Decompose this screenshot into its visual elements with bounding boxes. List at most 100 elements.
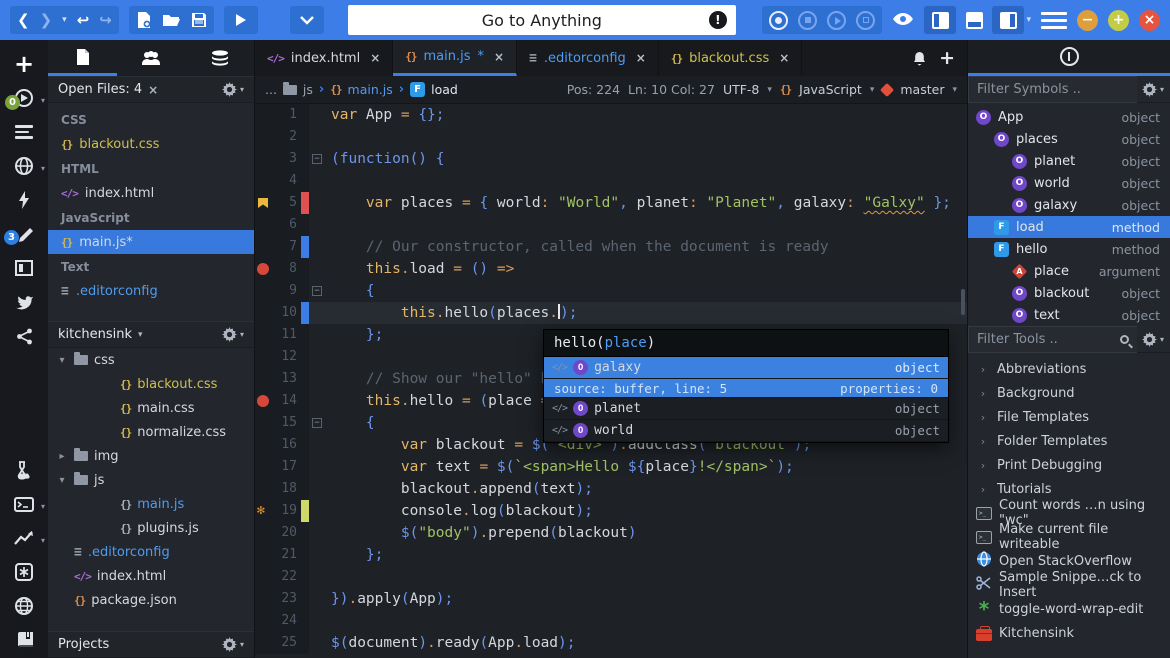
- open-files-gear-icon[interactable]: ▾: [222, 82, 244, 97]
- twitter-bird-icon[interactable]: [4, 286, 44, 318]
- test-flask-icon[interactable]: [4, 454, 44, 486]
- gutter-marker-column[interactable]: [255, 192, 271, 214]
- expand-chevron-icon[interactable]: ›: [976, 363, 990, 376]
- code-line[interactable]: 4: [255, 170, 967, 192]
- project-tree-item[interactable]: {}package.json: [48, 588, 254, 612]
- gutter-marker-column[interactable]: [255, 324, 271, 346]
- project-tree-item[interactable]: {}main.css: [48, 396, 254, 420]
- status-encoding[interactable]: UTF-8: [723, 82, 759, 97]
- undo-button[interactable]: ↩: [77, 11, 90, 29]
- debugger-icon[interactable]: 0 ▾: [4, 82, 44, 114]
- code-line[interactable]: ✻19 console.log(blackout);: [255, 500, 967, 522]
- symbol-item[interactable]: Ogalaxyobject: [968, 194, 1170, 216]
- new-file-button[interactable]: [136, 11, 152, 29]
- save-button[interactable]: [191, 12, 207, 28]
- tool-item[interactable]: >_Make current file writeable: [968, 525, 1170, 549]
- symbol-item[interactable]: Oblackoutobject: [968, 282, 1170, 304]
- code-line[interactable]: 1var App = {};: [255, 104, 967, 126]
- gutter-marker-column[interactable]: [255, 478, 271, 500]
- gutter-marker-column[interactable]: [255, 632, 271, 654]
- annotations-icon[interactable]: 3: [4, 218, 44, 250]
- gutter-marker-column[interactable]: [255, 170, 271, 192]
- open-files-list-icon[interactable]: [4, 116, 44, 148]
- code-line[interactable]: 22: [255, 566, 967, 588]
- symbols-gear-icon[interactable]: ▾: [1142, 82, 1164, 97]
- preview-eye-icon[interactable]: [892, 11, 914, 30]
- editor-scrollbar[interactable]: [961, 289, 965, 315]
- tab-close-icon[interactable]: ×: [636, 51, 646, 65]
- expand-chevron-icon[interactable]: ›: [976, 411, 990, 424]
- panel-view-icon[interactable]: [4, 252, 44, 284]
- status-language[interactable]: JavaScript: [799, 82, 862, 97]
- project-title[interactable]: kitchensink: [58, 327, 132, 342]
- code-line[interactable]: 24: [255, 610, 967, 632]
- project-tree-item[interactable]: ≡.editorconfig: [48, 540, 254, 564]
- gutter-marker-column[interactable]: [255, 566, 271, 588]
- gutter-marker-column[interactable]: [255, 302, 271, 324]
- symbol-item[interactable]: OAppobject: [968, 106, 1170, 128]
- code-line[interactable]: 3−(function() {: [255, 148, 967, 170]
- code-line[interactable]: 20 $("body").prepend(blackout): [255, 522, 967, 544]
- expand-chevron-icon[interactable]: ›: [976, 387, 990, 400]
- open-file-item[interactable]: {}blackout.css: [48, 132, 254, 156]
- tab-collaboration[interactable]: [117, 40, 186, 76]
- tool-item[interactable]: ›Folder Templates: [968, 429, 1170, 453]
- code-editor[interactable]: 1var App = {};23−(function() {45 var pla…: [255, 104, 967, 658]
- project-tree-item[interactable]: ▾css: [48, 348, 254, 372]
- tool-item[interactable]: Sample Snippe…ck to Insert: [968, 573, 1170, 597]
- project-dropdown-icon[interactable]: ▾: [138, 330, 143, 340]
- tool-item[interactable]: ›Background: [968, 381, 1170, 405]
- tab-close-icon[interactable]: ×: [779, 51, 789, 65]
- editor-tab-blackout-css[interactable]: {}blackout.css×: [659, 40, 802, 76]
- history-dropdown-icon[interactable]: ▾: [62, 15, 67, 25]
- gutter-marker-column[interactable]: [255, 280, 271, 302]
- symbol-item[interactable]: Otextobject: [968, 304, 1170, 326]
- macro-stop-icon[interactable]: [798, 11, 817, 30]
- symbol-browser-tab[interactable]: [968, 40, 1170, 76]
- gutter-marker-column[interactable]: [255, 368, 271, 390]
- symbol-item[interactable]: Aplaceargument: [968, 260, 1170, 282]
- gutter-marker-column[interactable]: [255, 346, 271, 368]
- code-line[interactable]: 21 };: [255, 544, 967, 566]
- macro-record-icon[interactable]: [769, 11, 788, 30]
- project-tree-item[interactable]: {}blackout.css: [48, 372, 254, 396]
- autocomplete-item[interactable]: </>Oplanetobject: [544, 398, 948, 420]
- gutter-marker-column[interactable]: ✻: [255, 500, 271, 522]
- tree-chevron-icon[interactable]: ▾: [56, 475, 68, 486]
- gutter-marker-column[interactable]: [255, 544, 271, 566]
- toggle-left-panel-button[interactable]: [924, 6, 956, 34]
- fold-toggle-icon[interactable]: −: [312, 418, 322, 428]
- window-minimize-button[interactable]: −: [1077, 10, 1098, 31]
- search-input[interactable]: [348, 5, 736, 35]
- status-branch[interactable]: master: [900, 82, 944, 97]
- code-line[interactable]: 8 this.load = () =>: [255, 258, 967, 280]
- autocomplete-item[interactable]: </>Oworldobject: [544, 420, 948, 442]
- tree-chevron-icon[interactable]: ▸: [56, 451, 68, 462]
- menu-hamburger-icon[interactable]: [1041, 12, 1067, 29]
- expand-chevron-icon[interactable]: ›: [976, 483, 990, 496]
- open-file-item[interactable]: ≡.editorconfig: [48, 279, 254, 303]
- profiling-chart-icon[interactable]: ▾: [4, 522, 44, 554]
- breakpoint-marker-icon[interactable]: [257, 395, 269, 407]
- toolbar-collapse-button[interactable]: [290, 6, 324, 34]
- tool-item[interactable]: ›File Templates: [968, 405, 1170, 429]
- browser-preview-icon[interactable]: ▾: [4, 150, 44, 182]
- expand-chevron-icon[interactable]: ›: [976, 459, 990, 472]
- breadcrumb-file[interactable]: main.js: [348, 82, 393, 97]
- tool-item[interactable]: ›Print Debugging: [968, 453, 1170, 477]
- window-close-button[interactable]: ×: [1139, 10, 1160, 31]
- forward-button[interactable]: ❯: [40, 11, 53, 29]
- lightning-icon[interactable]: [4, 184, 44, 216]
- breakpoint-marker-icon[interactable]: [257, 263, 269, 275]
- editor-tab-main-js[interactable]: {}main.js*×: [393, 40, 517, 76]
- gutter-marker-column[interactable]: [255, 412, 271, 434]
- back-button[interactable]: ❮: [17, 11, 30, 29]
- projects-title[interactable]: Projects: [58, 637, 109, 652]
- gutter-marker-column[interactable]: [255, 456, 271, 478]
- code-line[interactable]: 6: [255, 214, 967, 236]
- tab-list-bell-icon[interactable]: [912, 51, 927, 66]
- tool-item[interactable]: *toggle-word-wrap-edit: [968, 597, 1170, 621]
- open-file-button[interactable]: [162, 13, 181, 28]
- code-line[interactable]: 10 this.hello(places.);: [255, 302, 967, 324]
- toggle-right-panel-button[interactable]: [992, 6, 1024, 34]
